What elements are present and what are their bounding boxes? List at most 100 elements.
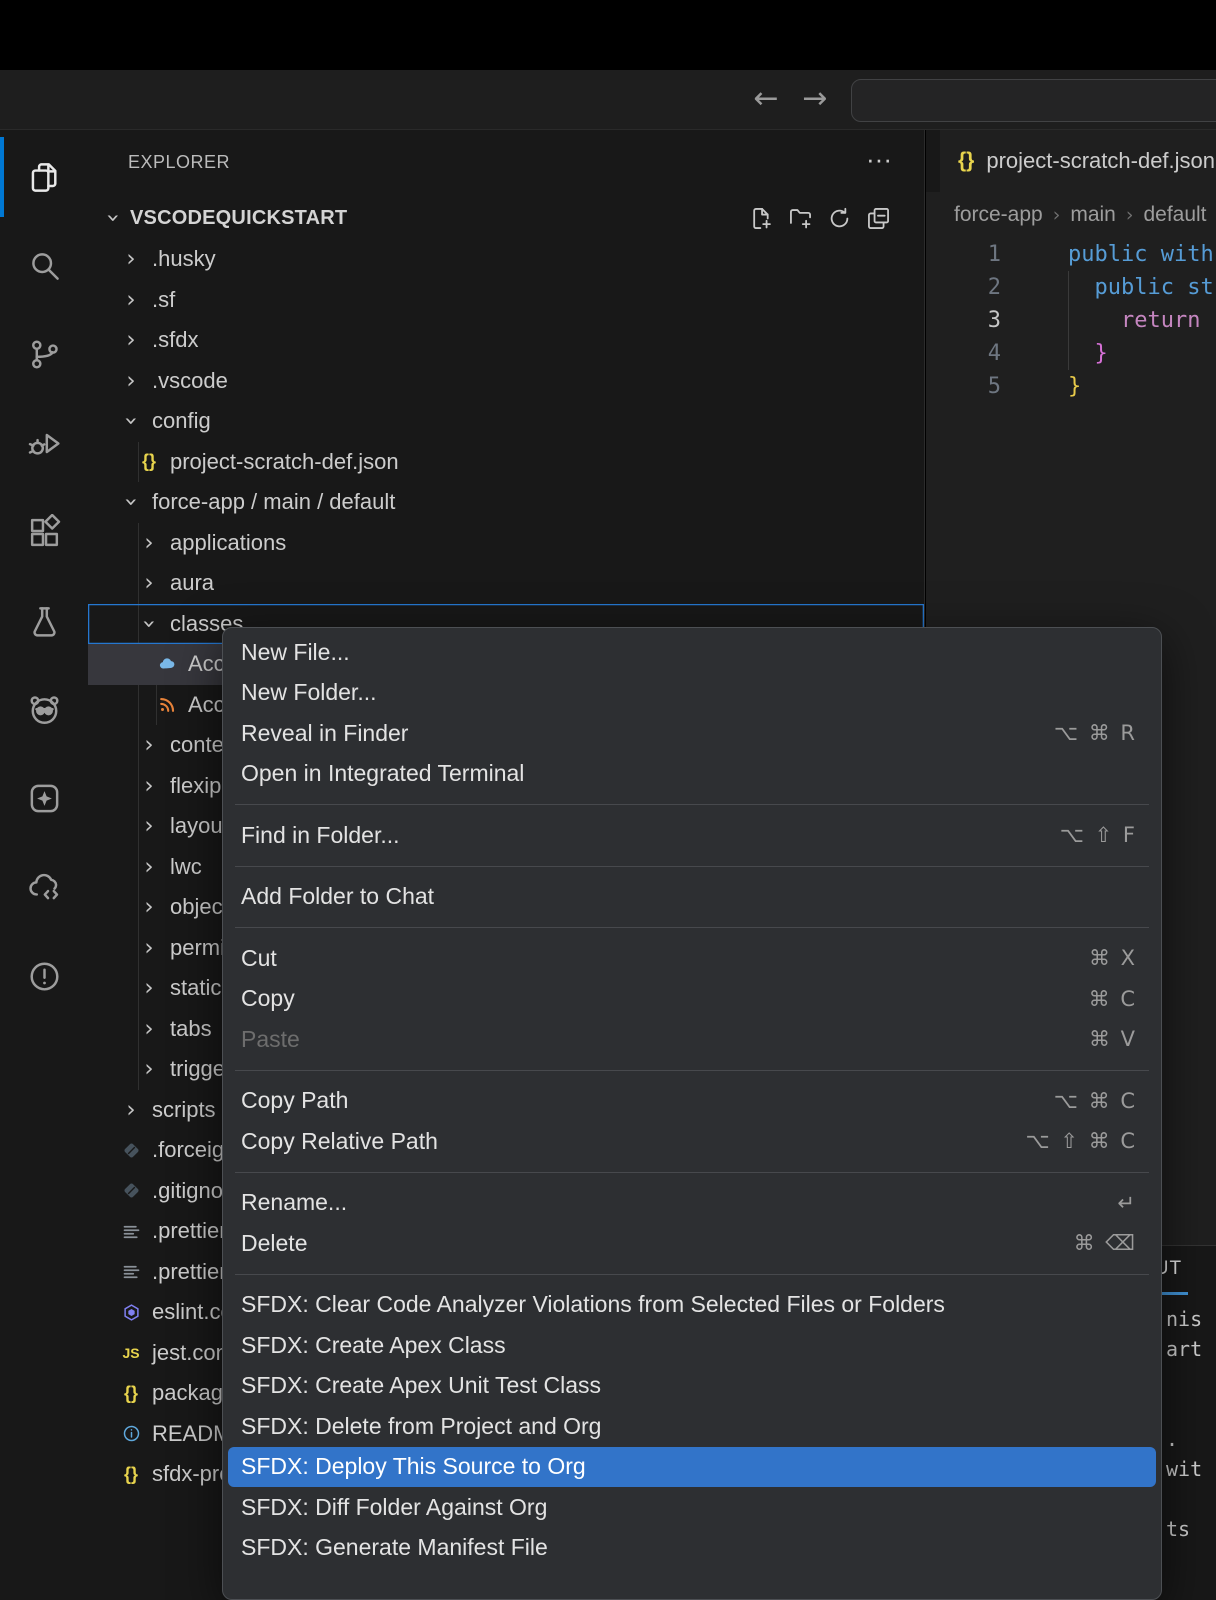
menu-item-add-folder-to-chat[interactable]: Add Folder to Chat	[223, 877, 1161, 918]
tree-item-applications[interactable]: › applications	[88, 523, 924, 564]
menu-item-new-folder[interactable]: New Folder...	[223, 673, 1161, 714]
refresh-icon[interactable]	[826, 205, 853, 232]
tree-item-label: .sfdx	[152, 327, 199, 353]
breadcrumb-item[interactable]: main	[1070, 203, 1116, 227]
code-line[interactable]: 3 return	[926, 304, 1216, 337]
menu-separator	[223, 856, 1161, 877]
menu-item-label: New File...	[241, 638, 350, 665]
activitybar-search-icon[interactable]	[0, 221, 88, 309]
workspace-name: VSCODEQUICKSTART	[130, 206, 348, 229]
nav-back-icon[interactable]: ←	[745, 70, 787, 130]
tree-item--vscode[interactable]: › .vscode	[88, 361, 924, 402]
json-braces-icon: {}	[958, 149, 975, 172]
menu-item-shortcut: ⌘ V	[1088, 1027, 1137, 1052]
menu-item-sfdx-create-apex-unit-test-class[interactable]: SFDX: Create Apex Unit Test Class	[223, 1366, 1161, 1407]
menu-item-delete[interactable]: Delete ⌘ ⌫	[223, 1223, 1161, 1264]
menu-item-label: SFDX: Create Apex Class	[241, 1331, 506, 1358]
activitybar-run-and-debug-icon[interactable]	[0, 399, 88, 487]
menu-item-copy-path[interactable]: Copy Path ⌥ ⌘ C	[223, 1081, 1161, 1122]
line-number: 1	[987, 242, 1001, 267]
menu-item-copy-relative-path[interactable]: Copy Relative Path ⌥ ⇧ ⌘ C	[223, 1121, 1161, 1162]
new-folder-icon[interactable]	[787, 205, 814, 232]
collapse-all-icon[interactable]	[865, 205, 892, 232]
menu-item-new-file[interactable]: New File...	[223, 632, 1161, 673]
menu-item-label: SFDX: Create Apex Unit Test Class	[241, 1372, 602, 1399]
menu-item-shortcut: ⌥ ⇧ ⌘ C	[1025, 1129, 1137, 1154]
ignore-icon	[118, 1140, 144, 1161]
menu-item-sfdx-deploy-this-source-to-org[interactable]: SFDX: Deploy This Source to Org	[228, 1446, 1156, 1487]
chevron-down-icon: ›	[100, 213, 126, 223]
activitybar-source-control-icon[interactable]	[0, 310, 88, 398]
menu-item-sfdx-generate-manifest-file[interactable]: SFDX: Generate Manifest File	[223, 1528, 1161, 1569]
explorer-toolbar	[748, 198, 892, 238]
tree-item--sf[interactable]: › .sf	[88, 280, 924, 321]
menu-item-find-in-folder[interactable]: Find in Folder... ⌥ ⇧ F	[223, 815, 1161, 856]
tree-item-force-app-main-default[interactable]: › force-app / main / default	[88, 482, 924, 523]
braces-icon: {}	[141, 451, 156, 472]
activity-bar	[0, 130, 88, 1600]
breadcrumb-item[interactable]: force-app	[954, 203, 1043, 227]
eslint-icon	[118, 1302, 144, 1323]
code-text: }	[1068, 341, 1108, 366]
command-center-searchbox[interactable]	[851, 79, 1216, 122]
tree-item--sfdx[interactable]: › .sfdx	[88, 320, 924, 361]
chevron-right-icon: ›	[144, 772, 154, 799]
nav-forward-icon[interactable]: →	[794, 70, 836, 130]
code-line[interactable]: 1 public with	[926, 238, 1216, 271]
menu-item-label: Open in Integrated Terminal	[241, 760, 525, 787]
code-editor[interactable]: 1 public with 2 public st 3 return 4 } 5}	[926, 238, 1216, 403]
chevron-right-icon: ›	[144, 732, 154, 759]
code-line[interactable]: 2 public st	[926, 271, 1216, 304]
code-line[interactable]: 4 }	[926, 337, 1216, 370]
tree-item-label: aura	[170, 570, 215, 596]
menu-item-shortcut: ⌘ X	[1088, 946, 1137, 971]
activitybar-code-analyzer-icon[interactable]	[0, 665, 88, 753]
menu-separator	[223, 1060, 1161, 1081]
new-file-icon[interactable]	[748, 205, 775, 232]
tree-item-label: .husky	[152, 246, 216, 272]
tree-item-project-scratch-def-json[interactable]: {} project-scratch-def.json	[88, 442, 924, 483]
menu-item-label: SFDX: Generate Manifest File	[241, 1534, 548, 1561]
menu-item-reveal-in-finder[interactable]: Reveal in Finder ⌥ ⌘ R	[223, 713, 1161, 754]
activitybar-agentforce-icon[interactable]	[0, 754, 88, 842]
tree-item--husky[interactable]: › .husky	[88, 239, 924, 280]
ignore-icon	[118, 1180, 144, 1201]
menu-item-label: New Folder...	[241, 679, 377, 706]
activitybar-problems-icon[interactable]	[0, 932, 88, 1020]
menu-item-rename[interactable]: Rename... ↵	[223, 1183, 1161, 1224]
chevron-right-icon: ›	[126, 286, 136, 313]
activitybar-explorer-icon[interactable]	[0, 133, 88, 221]
breadcrumb[interactable]: force-app › main › default	[926, 192, 1216, 238]
code-text: }	[1068, 374, 1082, 399]
activitybar-extensions-icon[interactable]	[0, 488, 88, 576]
tree-item-aura[interactable]: › aura	[88, 563, 924, 604]
menu-item-sfdx-delete-from-project-and-org[interactable]: SFDX: Delete from Project and Org	[223, 1406, 1161, 1447]
code-text: public st	[1068, 275, 1214, 300]
menu-item-label: Copy	[241, 985, 295, 1012]
line-number: 3	[987, 308, 1001, 333]
menu-item-sfdx-create-apex-class[interactable]: SFDX: Create Apex Class	[223, 1325, 1161, 1366]
menu-item-label: SFDX: Clear Code Analyzer Violations fro…	[241, 1291, 945, 1318]
editor-tab-strip: {} project-scratch-def.json	[926, 130, 1216, 192]
menu-item-sfdx-diff-folder-against-org[interactable]: SFDX: Diff Folder Against Org	[223, 1487, 1161, 1528]
menu-item-copy[interactable]: Copy ⌘ C	[223, 979, 1161, 1020]
breadcrumb-separator-icon: ›	[1052, 204, 1061, 226]
editor-tab[interactable]: {} project-scratch-def.json	[940, 130, 1216, 192]
code-text: public with	[1068, 242, 1214, 267]
activitybar-testing-icon[interactable]	[0, 577, 88, 665]
activitybar-cloud-code-icon[interactable]	[0, 843, 88, 931]
menu-item-open-in-integrated-terminal[interactable]: Open in Integrated Terminal	[223, 754, 1161, 795]
output-text: nis art . wit ts	[1166, 1307, 1203, 1541]
explorer-more-actions-icon[interactable]: ···	[866, 144, 892, 175]
menu-separator	[223, 1264, 1161, 1285]
tree-item-config[interactable]: › config	[88, 401, 924, 442]
breadcrumb-item[interactable]: default	[1143, 203, 1206, 227]
code-line[interactable]: 5}	[926, 370, 1216, 403]
menu-item-shortcut: ⌘ ⌫	[1073, 1231, 1137, 1256]
menu-item-sfdx-clear-code-analyzer-violations-from-selected-files-or-folders[interactable]: SFDX: Clear Code Analyzer Violations fro…	[223, 1285, 1161, 1326]
info-icon	[118, 1423, 144, 1444]
menu-item-label: Copy Relative Path	[241, 1127, 438, 1154]
menu-item-cut[interactable]: Cut ⌘ X	[223, 938, 1161, 979]
title-bar: ← →	[0, 70, 1216, 130]
chevron-down-icon: ›	[118, 497, 144, 507]
